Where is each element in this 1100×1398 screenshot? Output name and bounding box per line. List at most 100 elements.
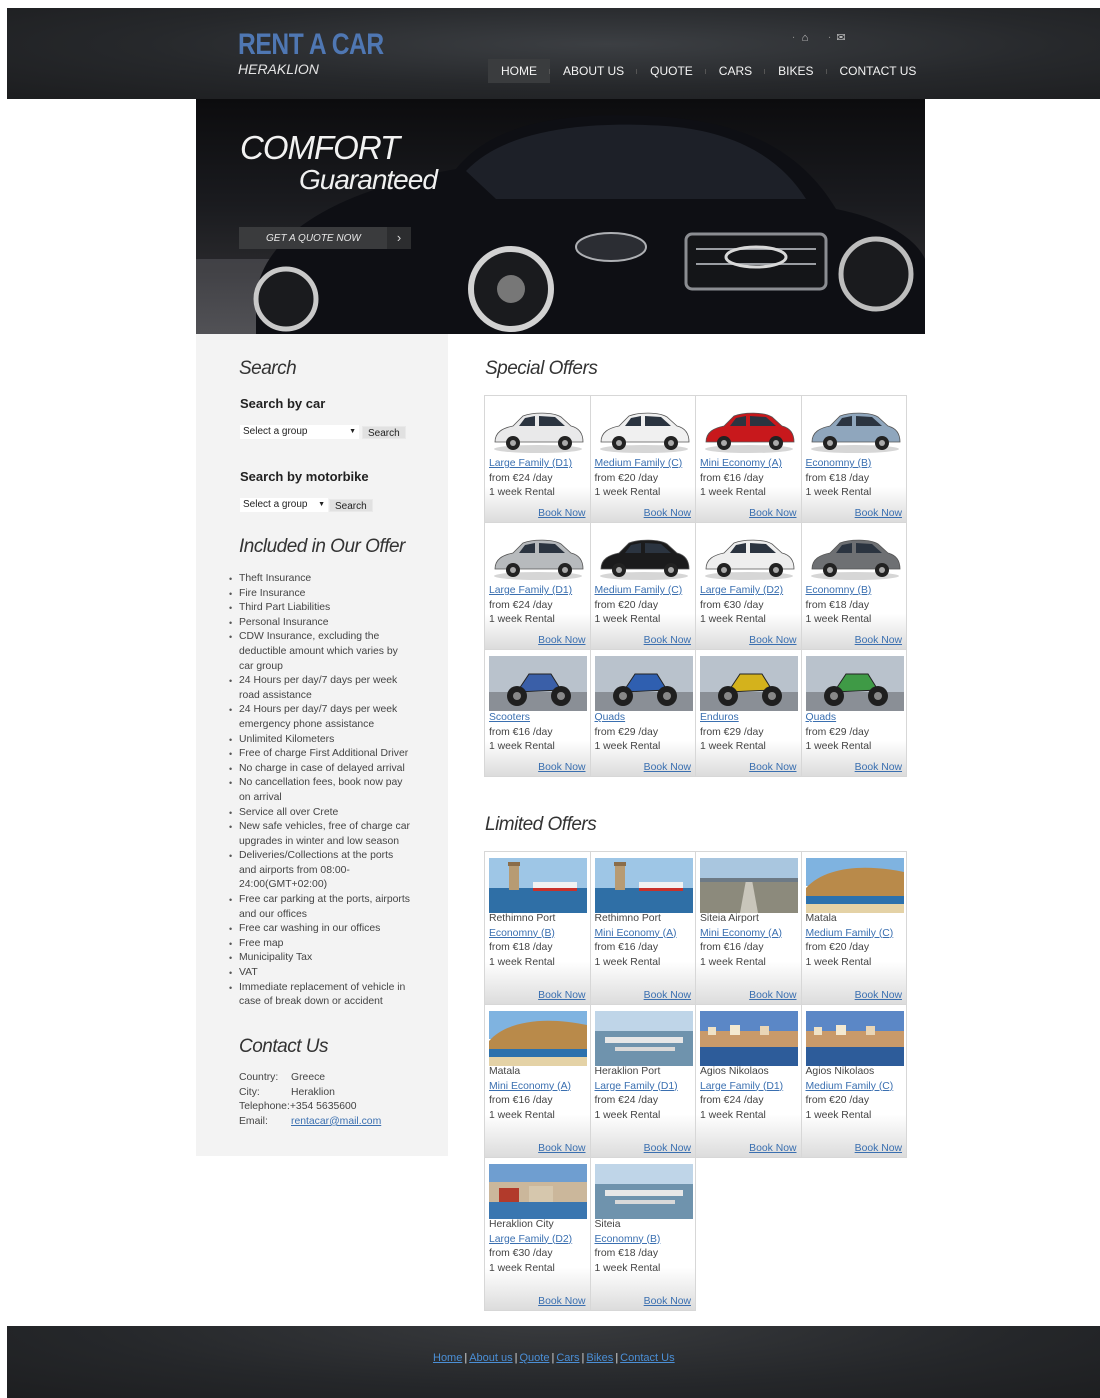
nav-quote[interactable]: QUOTE [637,59,706,83]
card-group-link[interactable]: Scooters [489,711,587,726]
footer-link-bikes[interactable]: Bikes [586,1352,613,1364]
book-now-link[interactable]: Book Now [538,990,585,1001]
card-details: Rethimno Port Mini Economy (A) from €16 /d… [595,912,693,970]
vehicle-photo[interactable] [489,656,587,711]
location-photo[interactable] [700,858,798,913]
card-group-link[interactable]: Large Family (D2) [489,1233,587,1248]
car-photo[interactable] [594,402,693,457]
card-group-link[interactable]: Enduros [700,711,798,726]
card-group-link[interactable]: Quads [806,711,904,726]
nav-about-us[interactable]: ABOUT US [550,59,638,83]
card-group-link[interactable]: Economny (B) [595,1233,693,1248]
card-location: Rethimno Port [489,913,556,924]
card-group-link[interactable]: Economny (B) [806,457,904,472]
footer-link-about-us[interactable]: About us [469,1352,512,1364]
book-now-link[interactable]: Book Now [538,635,585,646]
card-group-link[interactable]: Large Family (D2) [700,584,798,599]
book-now-link[interactable]: Book Now [749,1143,796,1154]
location-photo[interactable] [489,1164,587,1219]
card-group-link[interactable]: Medium Family (C) [595,584,693,599]
location-photo[interactable] [594,1164,693,1219]
book-now-link[interactable]: Book Now [644,1143,691,1154]
card-group-link[interactable]: Economny (B) [489,927,587,942]
get-quote-button[interactable]: GET A QUOTE NOW › [239,227,411,249]
limited-card: Rethimno Port Economny (B) from €18 /day 1 … [484,851,591,1005]
location-photo[interactable] [489,1011,587,1066]
card-group-link[interactable]: Large Family (D1) [595,1080,693,1095]
card-group-link[interactable]: Mini Economy (A) [595,927,693,942]
card-group-link[interactable]: Medium Family (C) [806,1080,904,1095]
card-details: Heraklion City Large Family (D2) from €30 … [489,1218,587,1276]
book-now-link[interactable]: Book Now [855,990,902,1001]
car-photo[interactable] [489,402,587,457]
card-details: Economny (B) from €18 /day 1 week Rental [806,457,904,501]
card-group-link[interactable]: Quads [595,711,693,726]
card-price: from €16 /day [594,942,659,954]
card-group-link[interactable]: Mini Economy (A) [700,457,798,472]
nav-home[interactable]: HOME [488,59,550,83]
book-now-link[interactable]: Book Now [644,635,691,646]
vehicle-photo[interactable] [594,656,693,711]
book-now-link[interactable]: Book Now [538,762,585,773]
nav-contact-us[interactable]: CONTACT US [827,59,930,83]
car-photo[interactable] [700,529,798,584]
contact-city-row: City: Heraklion [239,1086,381,1101]
location-photo[interactable] [700,1011,798,1066]
card-period: 1 week Rental [489,614,555,626]
card-group-link[interactable]: Medium Family (C) [806,927,904,942]
card-group-link[interactable]: Mini Economy (A) [700,927,798,942]
mail-icon[interactable]: ✉ [826,28,856,45]
search-by-motorbike-label: Search by motorbike [240,469,369,484]
book-now-link[interactable]: Book Now [538,1143,585,1154]
location-photo[interactable] [805,858,904,913]
location-photo[interactable] [489,858,587,913]
card-group-link[interactable]: Mini Economy (A) [489,1080,587,1095]
book-now-link[interactable]: Book Now [644,990,691,1001]
book-now-link[interactable]: Book Now [538,1296,585,1307]
footer-link-cars[interactable]: Cars [556,1352,579,1364]
book-now-link[interactable]: Book Now [749,762,796,773]
card-group-link[interactable]: Economny (B) [806,584,904,599]
card-price: from €20 /day [805,942,870,954]
book-now-link[interactable]: Book Now [749,635,796,646]
location-photo[interactable] [594,858,693,913]
included-item: New safe vehicles, free of charge car up… [229,820,411,849]
car-photo[interactable] [805,402,904,457]
book-now-link[interactable]: Book Now [855,1143,902,1154]
book-now-link[interactable]: Book Now [749,990,796,1001]
contact-email-link[interactable]: rentacar@mail.com [291,1115,381,1130]
vehicle-photo[interactable] [700,656,798,711]
search-bike-button[interactable]: Search [329,499,373,512]
book-now-link[interactable]: Book Now [855,508,902,519]
car-photo[interactable] [489,529,587,584]
car-photo[interactable] [805,529,904,584]
card-details: Siteia Airport Mini Economy (A) from €16 /… [700,912,798,970]
footer-link-contact-us[interactable]: Contact Us [620,1352,674,1364]
book-now-link[interactable]: Book Now [644,1296,691,1307]
card-period: 1 week Rental [489,487,555,499]
footer-link-home[interactable]: Home [433,1352,462,1364]
nav-bikes[interactable]: BIKES [765,59,827,83]
location-photo[interactable] [805,1011,904,1066]
nav-cars[interactable]: CARS [706,59,766,83]
search-car-button[interactable]: Search [362,426,406,439]
bike-group-select[interactable]: Select a group ▼ [240,498,328,512]
book-now-link[interactable]: Book Now [644,508,691,519]
card-group-link[interactable]: Medium Family (C) [595,457,693,472]
car-photo[interactable] [700,402,798,457]
book-now-link[interactable]: Book Now [644,762,691,773]
home-icon[interactable]: ⌂ [790,28,820,45]
car-photo[interactable] [594,529,693,584]
vehicle-photo[interactable] [805,656,904,711]
card-group-link[interactable]: Large Family (D1) [489,584,587,599]
site-logo[interactable]: RENT A CAR HERAKLION [238,30,416,78]
card-group-link[interactable]: Large Family (D1) [700,1080,798,1095]
location-photo[interactable] [594,1011,693,1066]
card-group-link[interactable]: Large Family (D1) [489,457,587,472]
book-now-link[interactable]: Book Now [855,635,902,646]
footer-link-quote[interactable]: Quote [519,1352,549,1364]
book-now-link[interactable]: Book Now [749,508,796,519]
book-now-link[interactable]: Book Now [855,762,902,773]
car-group-select[interactable]: Select a group ▼ [240,425,359,439]
book-now-link[interactable]: Book Now [538,508,585,519]
